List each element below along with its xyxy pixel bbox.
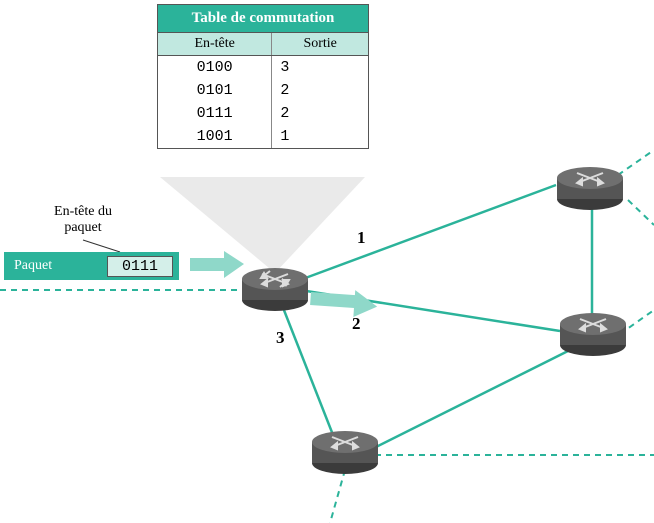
arrow-route-out (310, 290, 378, 319)
router-right (560, 313, 626, 356)
table-row: 0111 2 (158, 102, 368, 125)
port-label-2: 2 (352, 314, 361, 334)
arrow-packet-to-router (190, 251, 244, 278)
packet-box-label: Paquet (4, 258, 52, 274)
router-bottom (312, 431, 378, 474)
cell-output: 2 (272, 79, 368, 102)
table-row: 0100 3 (158, 56, 368, 79)
table-header-row: En-tête Sortie (158, 33, 368, 56)
packet-caption: En-tête du paquet (33, 204, 133, 236)
table-title: Table de commutation (158, 5, 368, 33)
cell-output: 2 (272, 102, 368, 125)
table-row: 1001 1 (158, 125, 368, 148)
packet-caption-line1: En-tête du (54, 204, 112, 219)
port-label-1: 1 (357, 228, 366, 248)
port-label-3: 3 (276, 328, 285, 348)
packet-caption-line2: paquet (64, 220, 101, 235)
cell-header: 0101 (158, 79, 272, 102)
cell-header: 0100 (158, 56, 272, 79)
router-center (242, 268, 308, 311)
switching-table: Table de commutation En-tête Sortie 0100… (157, 4, 369, 149)
cell-header: 1001 (158, 125, 272, 148)
packet-header-value: 0111 (107, 256, 173, 277)
cell-header: 0111 (158, 102, 272, 125)
th-header: En-tête (158, 33, 272, 55)
cell-output: 3 (272, 56, 368, 79)
router-top-right (557, 167, 623, 210)
th-output: Sortie (272, 33, 368, 55)
cell-output: 1 (272, 125, 368, 148)
table-row: 0101 2 (158, 79, 368, 102)
packet-box: Paquet 0111 (4, 252, 179, 280)
